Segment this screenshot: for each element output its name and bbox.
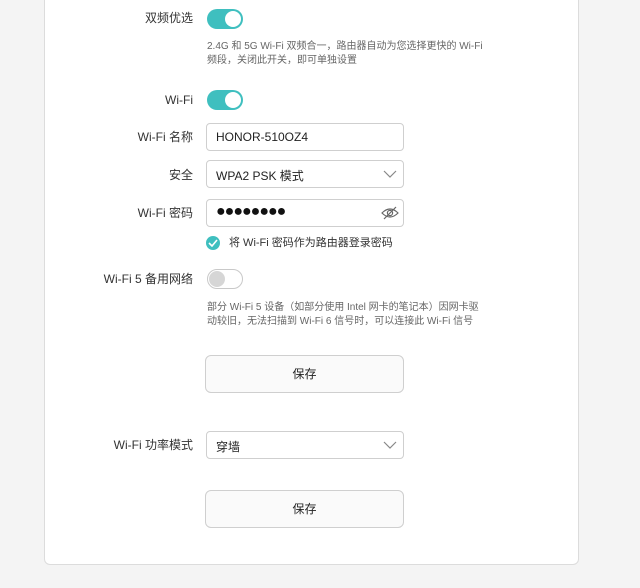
wifi5-backup-toggle[interactable] bbox=[207, 269, 243, 289]
security-selected-value: WPA2 PSK 模式 bbox=[216, 169, 304, 183]
power-mode-label: Wi-Fi 功率模式 bbox=[113, 438, 193, 452]
wifi5-backup-label: Wi-Fi 5 备用网络 bbox=[103, 272, 193, 286]
toggle-knob bbox=[225, 92, 241, 108]
wifi-password-input[interactable]: ●●●●●●●● bbox=[206, 199, 404, 227]
toggle-knob bbox=[225, 11, 241, 27]
wifi-name-input[interactable]: HONOR-510OZ4 bbox=[206, 123, 404, 151]
wifi-name-value: HONOR-510OZ4 bbox=[216, 130, 309, 144]
wifi-name-label: Wi-Fi 名称 bbox=[137, 130, 193, 144]
eye-hidden-icon[interactable] bbox=[381, 206, 399, 220]
dual-band-toggle[interactable] bbox=[207, 9, 243, 29]
use-as-login-label: 将 Wi-Fi 密码作为路由器登录密码 bbox=[229, 237, 393, 249]
wifi-label: Wi-Fi bbox=[165, 93, 193, 107]
checkbox-checked-icon[interactable] bbox=[206, 236, 220, 250]
security-select[interactable]: WPA2 PSK 模式 bbox=[206, 160, 404, 188]
wifi-password-label: Wi-Fi 密码 bbox=[137, 206, 193, 220]
password-masked-value: ●●●●●●●● bbox=[216, 203, 286, 220]
dual-band-label: 双频优选 bbox=[144, 11, 193, 25]
chevron-down-icon bbox=[383, 441, 397, 449]
toggle-knob bbox=[209, 271, 225, 287]
power-mode-select[interactable]: 穿墙 bbox=[206, 431, 404, 459]
wifi-toggle[interactable] bbox=[207, 90, 243, 110]
chevron-down-icon bbox=[383, 170, 397, 178]
save-button[interactable]: 保存 bbox=[205, 355, 404, 393]
save-button-power[interactable]: 保存 bbox=[205, 490, 404, 528]
security-label: 安全 bbox=[168, 168, 193, 182]
power-mode-selected-value: 穿墙 bbox=[216, 440, 241, 454]
wifi5-backup-description: 部分 Wi-Fi 5 设备（如部分使用 Intel 网卡的笔记本）因网卡驱动较旧… bbox=[207, 302, 479, 327]
dual-band-description: 2.4G 和 5G Wi-Fi 双频合一，路由器自动为您选择更快的 Wi-Fi … bbox=[207, 41, 483, 66]
